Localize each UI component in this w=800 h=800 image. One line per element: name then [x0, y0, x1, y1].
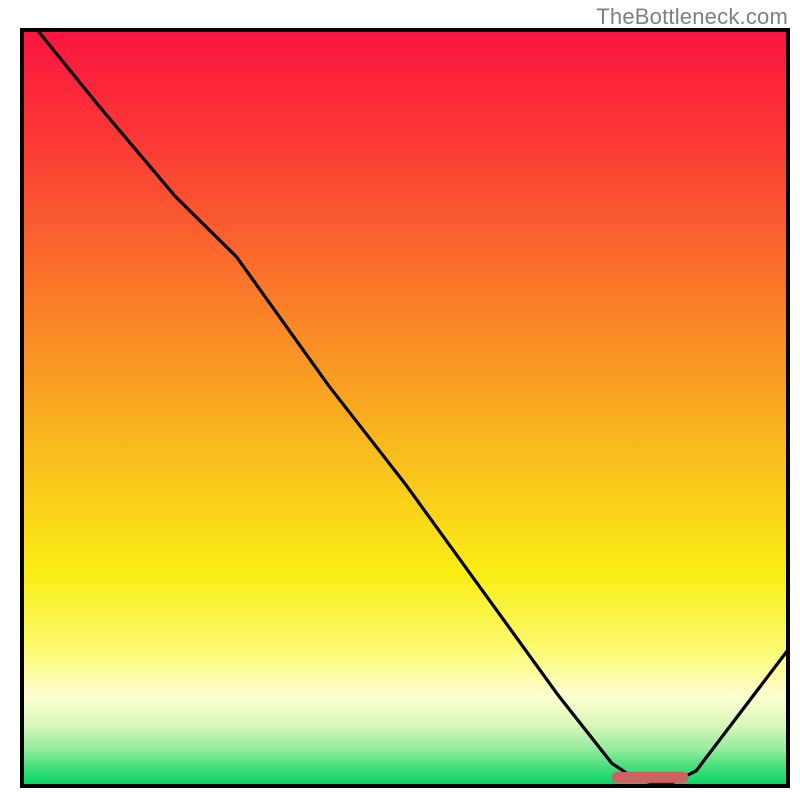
- bottleneck-chart: [0, 0, 800, 800]
- plot-background: [22, 30, 788, 786]
- chart-stage: TheBottleneck.com: [0, 0, 800, 800]
- legend-marker: [612, 772, 689, 783]
- watermark-text: TheBottleneck.com: [596, 4, 788, 30]
